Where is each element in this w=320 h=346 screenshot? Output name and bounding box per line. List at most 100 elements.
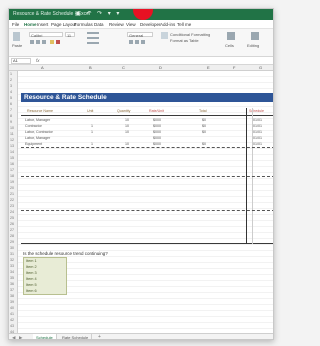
number-format-select[interactable]: General <box>127 32 153 38</box>
menu-tab-add-ins[interactable]: Add-ins <box>160 22 175 27</box>
editing-icon[interactable] <box>251 32 259 40</box>
row-number[interactable]: 11 <box>10 132 14 136</box>
list-item[interactable]: Item 3 <box>26 271 37 275</box>
menu-tab-insert[interactable]: Insert <box>37 22 48 27</box>
menu-tab-home[interactable]: Home <box>24 22 37 27</box>
list-item[interactable]: Item 4 <box>26 277 37 281</box>
row-number[interactable]: 10 <box>10 126 14 130</box>
row-number[interactable]: 23 <box>10 204 14 208</box>
table-cell[interactable]: Equipment <box>25 142 42 146</box>
table-cell[interactable]: 01/01 <box>253 136 262 140</box>
paste-label[interactable]: Paste <box>12 43 22 48</box>
row-number[interactable]: 14 <box>10 150 14 154</box>
menu-tab-page-layout[interactable]: Page Layout <box>51 22 76 27</box>
cells-icon[interactable] <box>227 32 235 40</box>
table-cell[interactable]: 01/01 <box>253 124 262 128</box>
table-cell[interactable]: 01/01 <box>253 130 262 134</box>
name-box[interactable]: A1 <box>11 58 31 64</box>
paste-icon[interactable] <box>13 32 20 41</box>
column-header-e[interactable]: E <box>207 65 210 70</box>
table-cell[interactable]: $0 <box>202 118 206 122</box>
row-number[interactable]: 4 <box>10 90 12 94</box>
add-sheet-button[interactable]: + <box>98 334 101 339</box>
row-number[interactable]: 34 <box>10 270 14 274</box>
font-size-select[interactable]: 11 <box>65 32 75 38</box>
column-header-c[interactable]: C <box>122 65 125 70</box>
italic-icon[interactable] <box>36 40 40 44</box>
row-number[interactable]: 30 <box>10 246 14 250</box>
table-cell[interactable]: $0 <box>202 124 206 128</box>
row-number[interactable]: 38 <box>10 294 14 298</box>
align-middle-icon[interactable] <box>87 37 99 39</box>
list-item[interactable]: Item 2 <box>26 265 37 269</box>
row-number[interactable]: 5 <box>10 96 12 100</box>
menu-tab-data[interactable]: Data <box>94 22 104 27</box>
row-number[interactable]: 16 <box>10 162 14 166</box>
row-number[interactable]: 2 <box>10 78 12 82</box>
list-item[interactable]: Item 1 <box>26 259 37 263</box>
row-number[interactable]: 35 <box>10 276 14 280</box>
menu-tab-view[interactable]: View <box>126 22 136 27</box>
row-number[interactable]: 32 <box>10 258 14 262</box>
bold-icon[interactable] <box>30 40 34 44</box>
table-cell[interactable]: 10 <box>125 130 129 134</box>
list-item[interactable]: Item 6 <box>26 289 37 293</box>
font-name-select[interactable]: Calibri <box>29 32 63 38</box>
function-icon[interactable]: fx <box>36 58 40 63</box>
column-header-g[interactable]: G <box>259 65 262 70</box>
table-cell[interactable]: Labor, Manager <box>25 136 50 140</box>
table-cell[interactable]: 10 <box>125 118 129 122</box>
list-item[interactable]: Item 5 <box>26 283 37 287</box>
editing-label[interactable]: Editing <box>247 43 259 48</box>
align-top-icon[interactable] <box>87 32 99 34</box>
table-cell[interactable]: 1 <box>91 142 93 146</box>
fill-color-icon[interactable] <box>50 40 54 44</box>
table-cell[interactable]: $000 <box>153 142 161 146</box>
row-number[interactable]: 29 <box>10 240 14 244</box>
table-cell[interactable]: 1 <box>91 124 93 128</box>
table-cell[interactable]: $0 <box>202 130 206 134</box>
conditional-formatting-label[interactable]: Conditional Formatting <box>170 32 210 37</box>
font-color-icon[interactable] <box>56 40 60 44</box>
column-header-b[interactable]: B <box>89 65 92 70</box>
menu-tab-tell-me[interactable]: Tell me <box>177 22 191 27</box>
row-number[interactable]: 31 <box>10 252 14 256</box>
row-number[interactable]: 28 <box>10 234 14 238</box>
sheet-tab-rate-schedule[interactable]: Rate Schedule <box>59 334 93 339</box>
conditional-formatting-icon[interactable] <box>161 32 168 39</box>
table-cell[interactable]: Labor, Manager <box>25 118 50 122</box>
comma-icon[interactable] <box>141 40 145 44</box>
currency-icon[interactable] <box>129 40 133 44</box>
row-number[interactable]: 40 <box>10 306 14 310</box>
table-cell[interactable]: Contractor <box>25 124 42 128</box>
menu-tab-file[interactable]: File <box>12 22 19 27</box>
row-number[interactable]: 8 <box>10 114 12 118</box>
table-cell[interactable]: 10 <box>125 124 129 128</box>
row-number[interactable]: 13 <box>10 144 14 148</box>
underline-icon[interactable] <box>42 40 46 44</box>
row-number[interactable]: 24 <box>10 210 14 214</box>
menu-tab-formulas[interactable]: Formulas <box>74 22 93 27</box>
row-number[interactable]: 41 <box>10 312 14 316</box>
prev-sheet-icon[interactable]: ◀ <box>12 335 15 339</box>
quick-access-toolbar[interactable]: ▣ ↶ ↷ ▾ ▾ <box>75 10 121 17</box>
menu-tab-review[interactable]: Review <box>109 22 124 27</box>
row-number[interactable]: 42 <box>10 318 14 322</box>
row-number[interactable]: 12 <box>10 138 14 142</box>
row-number[interactable]: 22 <box>10 198 14 202</box>
table-cell[interactable]: $000 <box>153 124 161 128</box>
table-cell[interactable]: $000 <box>153 136 161 140</box>
next-sheet-icon[interactable]: ▶ <box>19 335 22 339</box>
percent-icon[interactable] <box>135 40 139 44</box>
table-cell[interactable]: $000 <box>153 130 161 134</box>
row-number[interactable]: 1 <box>10 72 12 76</box>
menu-tab-developer[interactable]: Developer <box>140 22 161 27</box>
row-number[interactable]: 33 <box>10 264 14 268</box>
table-cell[interactable]: $0 <box>202 142 206 146</box>
table-cell[interactable]: 1 <box>91 130 93 134</box>
table-cell[interactable]: 01/01 <box>253 118 262 122</box>
cells-label[interactable]: Cells <box>225 43 234 48</box>
row-number[interactable]: 25 <box>10 216 14 220</box>
row-number[interactable]: 17 <box>10 168 14 172</box>
row-number[interactable]: 19 <box>10 180 14 184</box>
